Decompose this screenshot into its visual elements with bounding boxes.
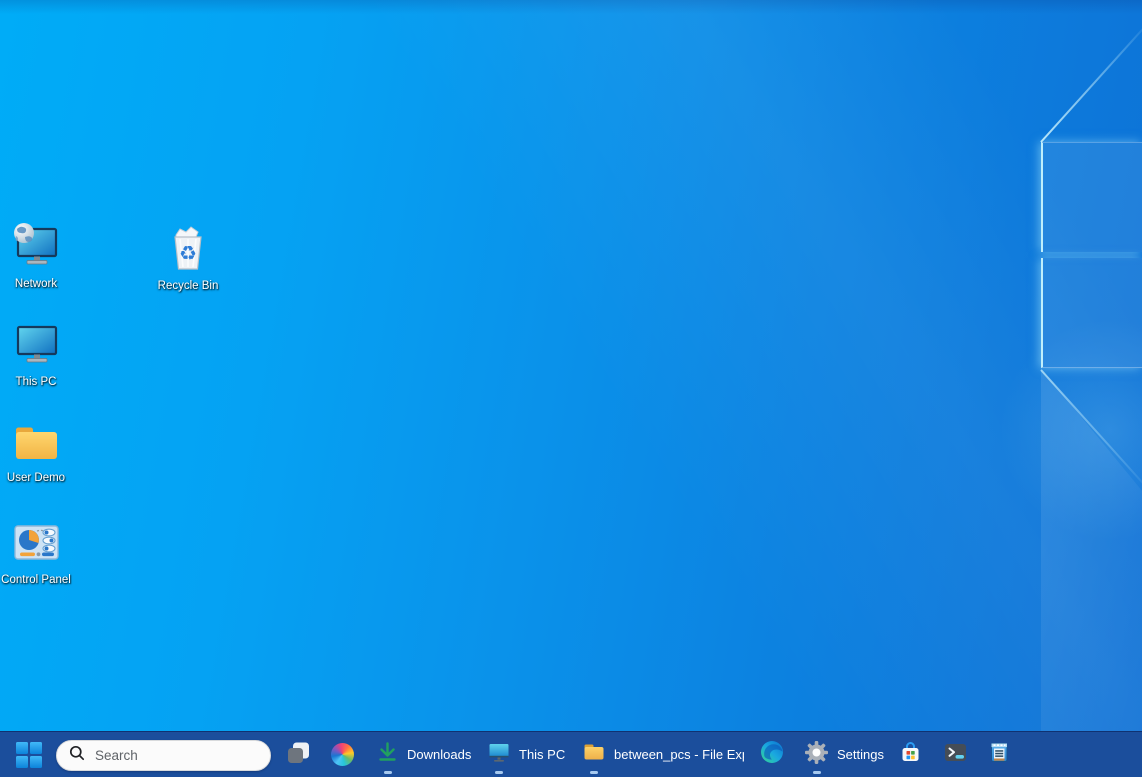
folder-icon (12, 423, 60, 468)
recycle-bin-icon: ♻ (164, 224, 212, 276)
wallpaper-light-ray-top (1040, 15, 1142, 143)
control-panel-icon (12, 519, 60, 570)
desktop-icon-label: This PC (16, 376, 57, 389)
desktop-icon-user-demo[interactable]: User Demo (0, 423, 72, 485)
notepad-button[interactable] (988, 732, 1011, 777)
desktop-icon-control-panel[interactable]: Control Panel (0, 519, 72, 587)
running-indicator (384, 771, 392, 774)
desktop-icon-label: Control Panel (1, 574, 71, 587)
task-view-button[interactable] (286, 732, 311, 777)
desktop-icon-network[interactable]: Network (0, 223, 72, 291)
taskbar-button-downloads[interactable]: Downloads (377, 732, 471, 777)
taskbar: Downloads This PC (0, 731, 1142, 777)
running-indicator (590, 771, 598, 774)
store-button[interactable] (899, 732, 922, 777)
taskbar-button-label: Downloads (407, 747, 471, 762)
folder-icon (583, 741, 605, 768)
taskbar-button-this-pc[interactable]: This PC (488, 732, 565, 777)
downloads-icon (377, 741, 398, 768)
windows-start-icon (16, 742, 42, 768)
microsoft-store-icon (899, 741, 922, 769)
desktop-icon-label: User Demo (7, 472, 65, 485)
running-indicator (495, 771, 503, 774)
taskbar-button-label: between_pcs - File Explo (614, 747, 744, 762)
desktop-icon-label: Network (15, 278, 57, 291)
task-view-icon (286, 740, 311, 770)
taskbar-button-file-explorer[interactable]: between_pcs - File Explo (583, 732, 744, 777)
edge-button[interactable] (760, 732, 784, 777)
desktop-icon-recycle-bin[interactable]: ♻ Recycle Bin (152, 224, 224, 293)
copilot-button[interactable] (331, 732, 354, 777)
desktop-icon-label: Recycle Bin (158, 280, 219, 293)
wallpaper-logo-pane-top (1041, 142, 1142, 252)
taskbar-button-label: This PC (519, 747, 565, 762)
notepad-icon (988, 741, 1011, 769)
taskbar-search[interactable] (56, 740, 271, 771)
desktop-icon-this-pc[interactable]: This PC (0, 321, 72, 389)
windows-desktop: Network ♻ Recycle Bin (0, 0, 1142, 777)
svg-text:♻: ♻ (179, 241, 197, 265)
network-icon (11, 223, 61, 274)
this-pc-icon (11, 321, 61, 372)
wallpaper-top-shade (0, 0, 1142, 14)
microsoft-edge-icon (760, 740, 784, 769)
wallpaper-logo-pane-bottom (1041, 258, 1142, 368)
taskbar-button-settings[interactable]: Settings (805, 732, 884, 777)
start-button[interactable] (16, 732, 42, 777)
running-indicator (813, 771, 821, 774)
taskbar-button-label: Settings (837, 747, 884, 762)
terminal-button[interactable] (944, 732, 967, 777)
this-pc-icon (488, 741, 510, 768)
gear-icon (805, 741, 828, 769)
wallpaper-sheen (0, 0, 1142, 777)
copilot-icon (331, 743, 354, 766)
search-icon (69, 745, 85, 766)
terminal-icon (944, 741, 967, 769)
search-input[interactable] (93, 747, 274, 764)
